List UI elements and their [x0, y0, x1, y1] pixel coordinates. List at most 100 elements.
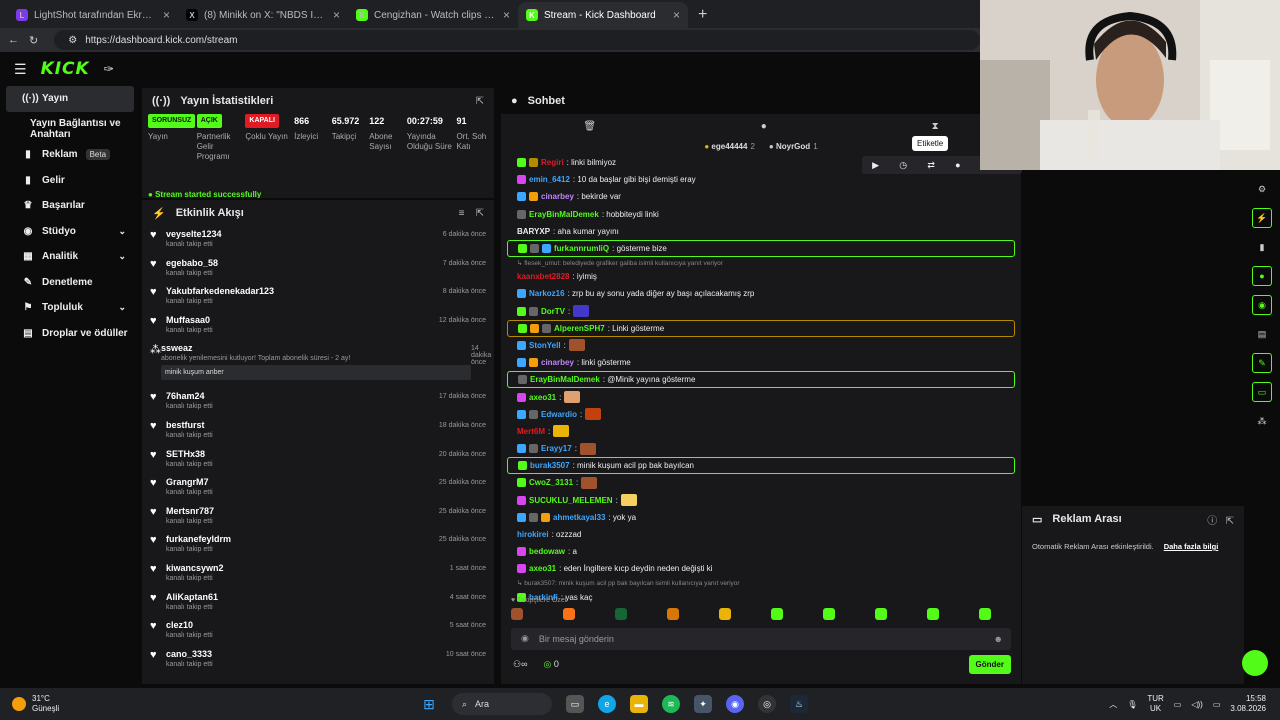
quick-emote-icon[interactable]	[667, 607, 679, 620]
chat-username[interactable]: CwoZ_3131	[529, 478, 573, 487]
chat-username[interactable]: DorTV	[541, 307, 565, 316]
points-display[interactable]: ◎ 0	[543, 659, 558, 670]
chat-message[interactable]: SUCUKLU_MELEMEN:	[507, 492, 1015, 509]
quick-emote-icon[interactable]	[615, 607, 627, 620]
sidebar-item[interactable]: ✎ Denetleme	[6, 270, 134, 296]
popout-icon[interactable]: ⇱	[1226, 516, 1234, 527]
browser-tab[interactable]: K Stream - Kick Dashboard ×	[518, 2, 688, 28]
reload-icon[interactable]: ↻	[29, 34, 38, 47]
learn-more-link[interactable]: Daha fazla bilgi	[1164, 542, 1219, 551]
quick-emote-icon[interactable]	[719, 607, 731, 620]
chat-message[interactable]: axeo31: eden İngiltere kıcp deydin neden…	[507, 560, 1015, 577]
chat-input[interactable]: ◉ Bir mesaj gönderin ☻	[511, 627, 1011, 650]
new-tab-button[interactable]: +	[688, 2, 717, 28]
chat-username[interactable]: emin_6412	[529, 175, 570, 184]
chat-message[interactable]: ErayBinMalDemek: hobbiteydi linki	[507, 206, 1015, 223]
chat-message[interactable]: axeo31:	[507, 388, 1015, 405]
spotify-icon[interactable]: ≋	[662, 695, 680, 713]
browser-tab[interactable]: X (8) Minikk on X: "NBDS İFŞA ;) http ×	[178, 2, 348, 28]
address-bar[interactable]: ⚙ https://dashboard.kick.com/stream	[54, 30, 980, 50]
task-view-icon[interactable]: ▭	[566, 695, 584, 713]
help-button[interactable]	[1242, 650, 1268, 676]
users-icon[interactable]: ⚇∞	[513, 659, 527, 670]
layout-icon[interactable]: ▤	[1252, 324, 1272, 344]
chat-message[interactable]: bedowaw: a	[507, 543, 1015, 560]
window-icon[interactable]: ▭	[1252, 382, 1272, 402]
info-icon[interactable]: ⓘ	[1207, 516, 1217, 527]
pin-icon[interactable]: ✑	[104, 62, 114, 76]
volume-icon[interactable]: ◁))	[1191, 700, 1202, 709]
chat-username[interactable]: bedowaw	[529, 547, 565, 556]
close-icon[interactable]: ×	[163, 8, 170, 22]
chat-message[interactable]: barkinfi: yas kaç	[507, 589, 1015, 606]
chat-username[interactable]: ahmetkayal33	[553, 513, 605, 522]
network-icon[interactable]: ▭	[1174, 700, 1182, 709]
chat-message[interactable]: furkannrumliQ: gösterme bize	[507, 239, 1015, 258]
discord-icon[interactable]: ◉	[726, 695, 744, 713]
ban-icon[interactable]: ⇄	[927, 160, 935, 171]
chat-message[interactable]: StonYell:	[507, 337, 1015, 354]
back-icon[interactable]: ←	[8, 34, 19, 46]
steam-icon[interactable]: ♨	[790, 695, 808, 713]
chat-username[interactable]: burak3507	[530, 461, 570, 470]
chat-username[interactable]: hirokirei	[517, 530, 549, 539]
sidebar-item[interactable]: ((·)) Yayın	[6, 86, 134, 112]
chat-message[interactable]: DorTV:	[507, 303, 1015, 320]
sidebar-item[interactable]: ▤ Droplar ve ödüller	[6, 321, 134, 347]
popout-icon[interactable]: ⇱	[476, 96, 484, 107]
filter-icon[interactable]: ≡	[459, 208, 465, 219]
chat-message[interactable]: Narkoz16: zrp bu ay sonu yada diğer ay b…	[507, 285, 1015, 302]
emoji-icon[interactable]: ☻	[994, 634, 1003, 644]
chat-message[interactable]: hirokirei: ozzzad	[507, 526, 1015, 543]
chat-username[interactable]: ErayBinMalDemek	[529, 210, 599, 219]
quick-emote-icon[interactable]	[823, 607, 835, 620]
chat-username[interactable]: Erayy17	[541, 444, 572, 453]
quick-emote-icon[interactable]	[979, 607, 991, 620]
slow-mode-icon[interactable]: ⧗	[932, 121, 939, 132]
settings-icon[interactable]: ⚙	[1252, 179, 1272, 199]
chat-username[interactable]: cinarbey	[541, 192, 574, 201]
chat-username[interactable]: BARYXP	[517, 227, 550, 236]
broadcast-icon[interactable]: ◉	[1252, 295, 1272, 315]
chat-username[interactable]: furkannrumliQ	[554, 244, 609, 253]
chat-username[interactable]: Regiri	[541, 158, 564, 167]
sidebar-item[interactable]: ◉ Stüdyo ⌄	[6, 219, 134, 245]
quick-emote-icon[interactable]	[875, 607, 887, 620]
chat-message[interactable]: ErayBinMalDemek: @Minik yayına gösterme	[507, 371, 1015, 389]
browser-tab[interactable]: K Cengizhan - Watch clips on Kick ×	[348, 2, 518, 28]
sidebar-item[interactable]: Yayın Bağlantısı ve Anahtarı	[6, 117, 134, 143]
chat-message[interactable]: kaanxbet2828: iyimiş	[507, 268, 1015, 285]
top-chatter[interactable]: ● ege44444 2	[704, 142, 755, 151]
close-icon[interactable]: ×	[673, 8, 680, 22]
close-icon[interactable]: ×	[503, 8, 510, 22]
app-icon[interactable]: ✦	[694, 695, 712, 713]
chat-icon[interactable]: ●	[1252, 266, 1272, 286]
popout-icon[interactable]: ⇱	[476, 208, 484, 219]
battery-icon[interactable]: ▭	[1213, 700, 1221, 709]
sidebar-item[interactable]: ♛ Başarılar	[6, 193, 134, 219]
chevron-up-icon[interactable]: ︿	[1109, 699, 1117, 710]
chat-message[interactable]: burak3507: minik kuşum acil pp bak bayıl…	[507, 457, 1015, 475]
chevron-down-icon[interactable]: ⌄	[118, 302, 126, 313]
start-icon[interactable]: ⊞	[420, 695, 438, 713]
chat-username[interactable]: cinarbey	[541, 358, 574, 367]
document-icon[interactable]: ▮	[1252, 237, 1272, 257]
chat-message[interactable]: Edwardio:	[507, 406, 1015, 423]
send-button[interactable]: Gönder	[968, 655, 1011, 675]
quick-emote-icon[interactable]	[927, 607, 939, 620]
sidebar-item[interactable]: ▮ Gelir	[6, 168, 134, 194]
site-info-icon[interactable]: ⚙	[68, 35, 77, 46]
play-icon[interactable]: ▶	[872, 160, 879, 171]
chat-message[interactable]: Mert6M:	[507, 423, 1015, 440]
taskbar-search[interactable]: ⌕ Ara	[452, 693, 552, 715]
chevron-down-icon[interactable]: ⌄	[118, 226, 126, 237]
bolt-icon[interactable]: ⚡	[1252, 208, 1272, 228]
chevron-down-icon[interactable]: ⌄	[118, 251, 126, 262]
quick-emote-icon[interactable]	[511, 607, 523, 620]
integrations-icon[interactable]: ⁂	[1252, 411, 1272, 431]
sidebar-item[interactable]: ▮ Reklam Beta	[6, 142, 134, 168]
sidebar-item[interactable]: ▦ Analitik ⌄	[6, 244, 134, 270]
chat-mode-icon[interactable]: ●	[761, 121, 767, 132]
chat-message[interactable]: ahmetkayal33: yok ya	[507, 509, 1015, 526]
quick-emote-icon[interactable]	[771, 607, 783, 620]
